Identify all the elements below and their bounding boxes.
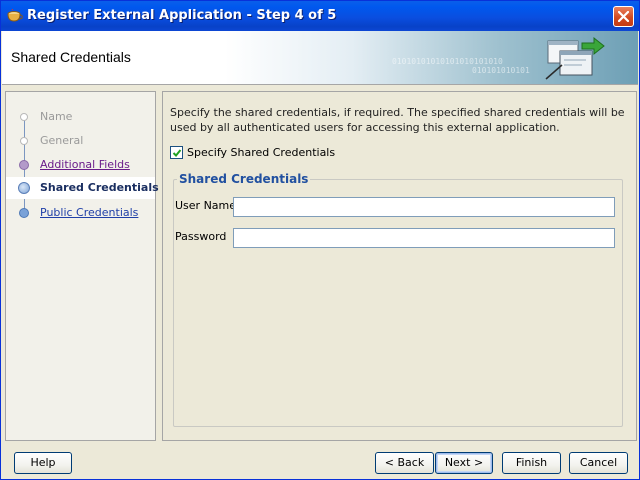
- step-additional-fields[interactable]: Additional Fields: [6, 154, 155, 176]
- user-name-label: User Name: [175, 199, 237, 212]
- group-title: Shared Credentials: [177, 172, 311, 186]
- description-text: Specify the shared credentials, if requi…: [170, 106, 625, 134]
- checkbox-label[interactable]: Specify Shared Credentials: [187, 146, 335, 159]
- user-name-input[interactable]: [233, 197, 615, 217]
- cancel-button[interactable]: Cancel: [569, 452, 628, 474]
- checkmark-icon: [172, 149, 182, 157]
- step-general: General: [6, 130, 155, 152]
- step-label: Name: [40, 110, 73, 123]
- step-marker-icon: [19, 208, 29, 218]
- specify-credentials-checkbox[interactable]: [170, 146, 183, 159]
- close-button[interactable]: [613, 6, 634, 27]
- step-shared-credentials: Shared Credentials: [6, 177, 159, 199]
- step-label: General: [40, 134, 84, 147]
- step-link[interactable]: Additional Fields: [40, 158, 130, 171]
- password-label: Password: [175, 230, 227, 243]
- password-input[interactable]: [233, 228, 615, 248]
- back-button[interactable]: < Back: [375, 452, 434, 474]
- title-bar[interactable]: Register External Application - Step 4 o…: [1, 1, 639, 31]
- app-cup-icon: [7, 7, 23, 23]
- banner-binary-pattern-2: 010101010101: [472, 66, 530, 75]
- window-title: Register External Application - Step 4 o…: [27, 8, 337, 23]
- banner-binary-pattern: 01010101010101010101010: [392, 57, 503, 66]
- header-banner: Shared Credentials 010101010101010101010…: [2, 31, 638, 85]
- window-forward-icon: [542, 35, 612, 84]
- help-button[interactable]: Help: [14, 452, 72, 474]
- page-title: Shared Credentials: [11, 49, 131, 65]
- step-marker-icon: [20, 113, 28, 121]
- finish-button[interactable]: Finish: [502, 452, 561, 474]
- current-step-marker-icon: [18, 182, 30, 194]
- next-button[interactable]: Next >: [435, 452, 493, 474]
- step-name: Name: [6, 106, 155, 128]
- step-public-credentials[interactable]: Public Credentials: [6, 202, 155, 224]
- wizard-steps-panel: Name General Additional Fields Shared Cr…: [5, 91, 159, 441]
- step-link[interactable]: Public Credentials: [40, 206, 138, 219]
- dialog-window: Register External Application - Step 4 o…: [0, 0, 640, 480]
- step-marker-icon: [20, 137, 28, 145]
- step-marker-icon: [19, 160, 29, 170]
- content-panel: Specify the shared credentials, if requi…: [162, 91, 637, 441]
- step-label: Shared Credentials: [40, 181, 159, 194]
